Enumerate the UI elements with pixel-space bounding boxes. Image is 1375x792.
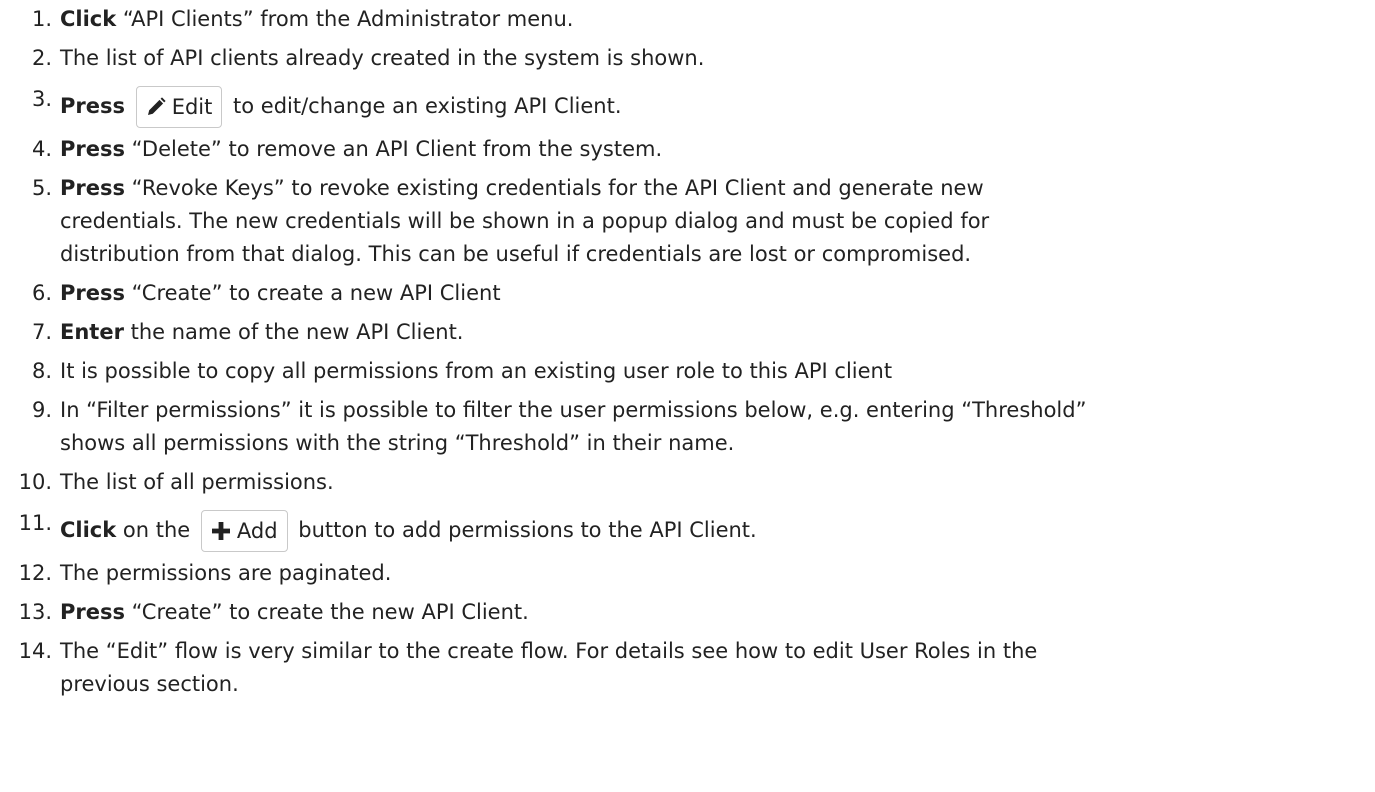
step-number: 12. <box>18 561 52 585</box>
step-text-continued: credentials. The new credentials will be… <box>60 209 990 233</box>
list-item: 10. The list of all permissions. <box>0 466 1375 499</box>
add-button[interactable]: Add <box>200 510 288 552</box>
list-item: 6. Press “Create” to create a new API Cl… <box>0 277 1375 310</box>
step-number: 9. <box>31 398 52 422</box>
plus-icon <box>211 522 230 540</box>
step-text: It is possible to copy all permissions f… <box>60 359 893 383</box>
list-item: 8. It is possible to copy all permission… <box>0 355 1375 388</box>
step-number: 8. <box>31 359 52 383</box>
step-number: 14. <box>18 639 52 663</box>
step-text: The permissions are paginated. <box>60 561 392 585</box>
step-text: “Create” to create the new API Client. <box>125 600 529 624</box>
pencil-icon <box>147 97 166 115</box>
step-text: “Create” to create a new API Client <box>125 281 501 305</box>
action-verb: Press <box>60 281 125 305</box>
list-item: 4. Press “Delete” to remove an API Clien… <box>0 133 1375 166</box>
step-number: 5. <box>31 176 52 200</box>
step-text: button to add permissions to the API Cli… <box>291 518 757 542</box>
add-button-label: Add <box>236 519 278 543</box>
action-verb: Press <box>60 176 125 200</box>
step-text: The list of all permissions. <box>60 470 334 494</box>
list-item: 14. The “Edit” flow is very similar to t… <box>0 635 1375 701</box>
instruction-list: 1. Click “API Clients” from the Administ… <box>0 3 1375 701</box>
step-text-continued: previous section. <box>60 672 239 696</box>
step-text: “Revoke Keys” to revoke existing credent… <box>125 176 984 200</box>
step-number: 2. <box>31 46 52 70</box>
step-text: The list of API clients already created … <box>60 46 705 70</box>
action-verb: Click <box>60 7 117 31</box>
step-number: 13. <box>18 600 52 624</box>
action-verb: Press <box>60 600 125 624</box>
step-number: 7. <box>31 320 52 344</box>
list-item: 13. Press “Create” to create the new API… <box>0 596 1375 629</box>
step-number: 1. <box>31 7 52 31</box>
list-item: 1. Click “API Clients” from the Administ… <box>0 3 1375 36</box>
step-number: 11. <box>18 511 52 535</box>
step-text: to edit/change an existing API Client. <box>226 94 622 118</box>
step-text: The “Edit” flow is very similar to the c… <box>60 639 1038 663</box>
list-item: 11. Click on the Add button to add permi… <box>0 505 1375 555</box>
list-item: 5. Press “Revoke Keys” to revoke existin… <box>0 172 1375 271</box>
step-text: “Delete” to remove an API Client from th… <box>125 137 663 161</box>
step-number: 6. <box>31 281 52 305</box>
step-number: 10. <box>18 470 52 494</box>
step-text-continued: shows all permissions with the string “T… <box>60 431 735 455</box>
edit-button-label: Edit <box>171 95 213 119</box>
action-verb: Press <box>60 137 125 161</box>
list-item: 12. The permissions are paginated. <box>0 557 1375 590</box>
edit-button[interactable]: Edit <box>135 86 223 128</box>
step-text-continued: distribution from that dialog. This can … <box>60 242 972 266</box>
action-verb: Click <box>60 518 117 542</box>
step-text: the name of the new API Client. <box>123 320 464 344</box>
list-item: 3. Press Edit to edit/change an existing… <box>0 81 1375 131</box>
step-text: In “Filter permissions” it is possible t… <box>60 398 1087 422</box>
list-item: 2. The list of API clients already creat… <box>0 42 1375 75</box>
action-verb: Enter <box>60 320 124 344</box>
step-number: 4. <box>31 137 52 161</box>
step-text: “API Clients” from the Administrator men… <box>116 7 574 31</box>
list-item: 9. In “Filter permissions” it is possibl… <box>0 394 1375 460</box>
step-text: on the <box>116 518 191 542</box>
step-number: 3. <box>31 87 52 111</box>
list-item: 7. Enter the name of the new API Client. <box>0 316 1375 349</box>
action-verb: Press <box>60 94 125 118</box>
